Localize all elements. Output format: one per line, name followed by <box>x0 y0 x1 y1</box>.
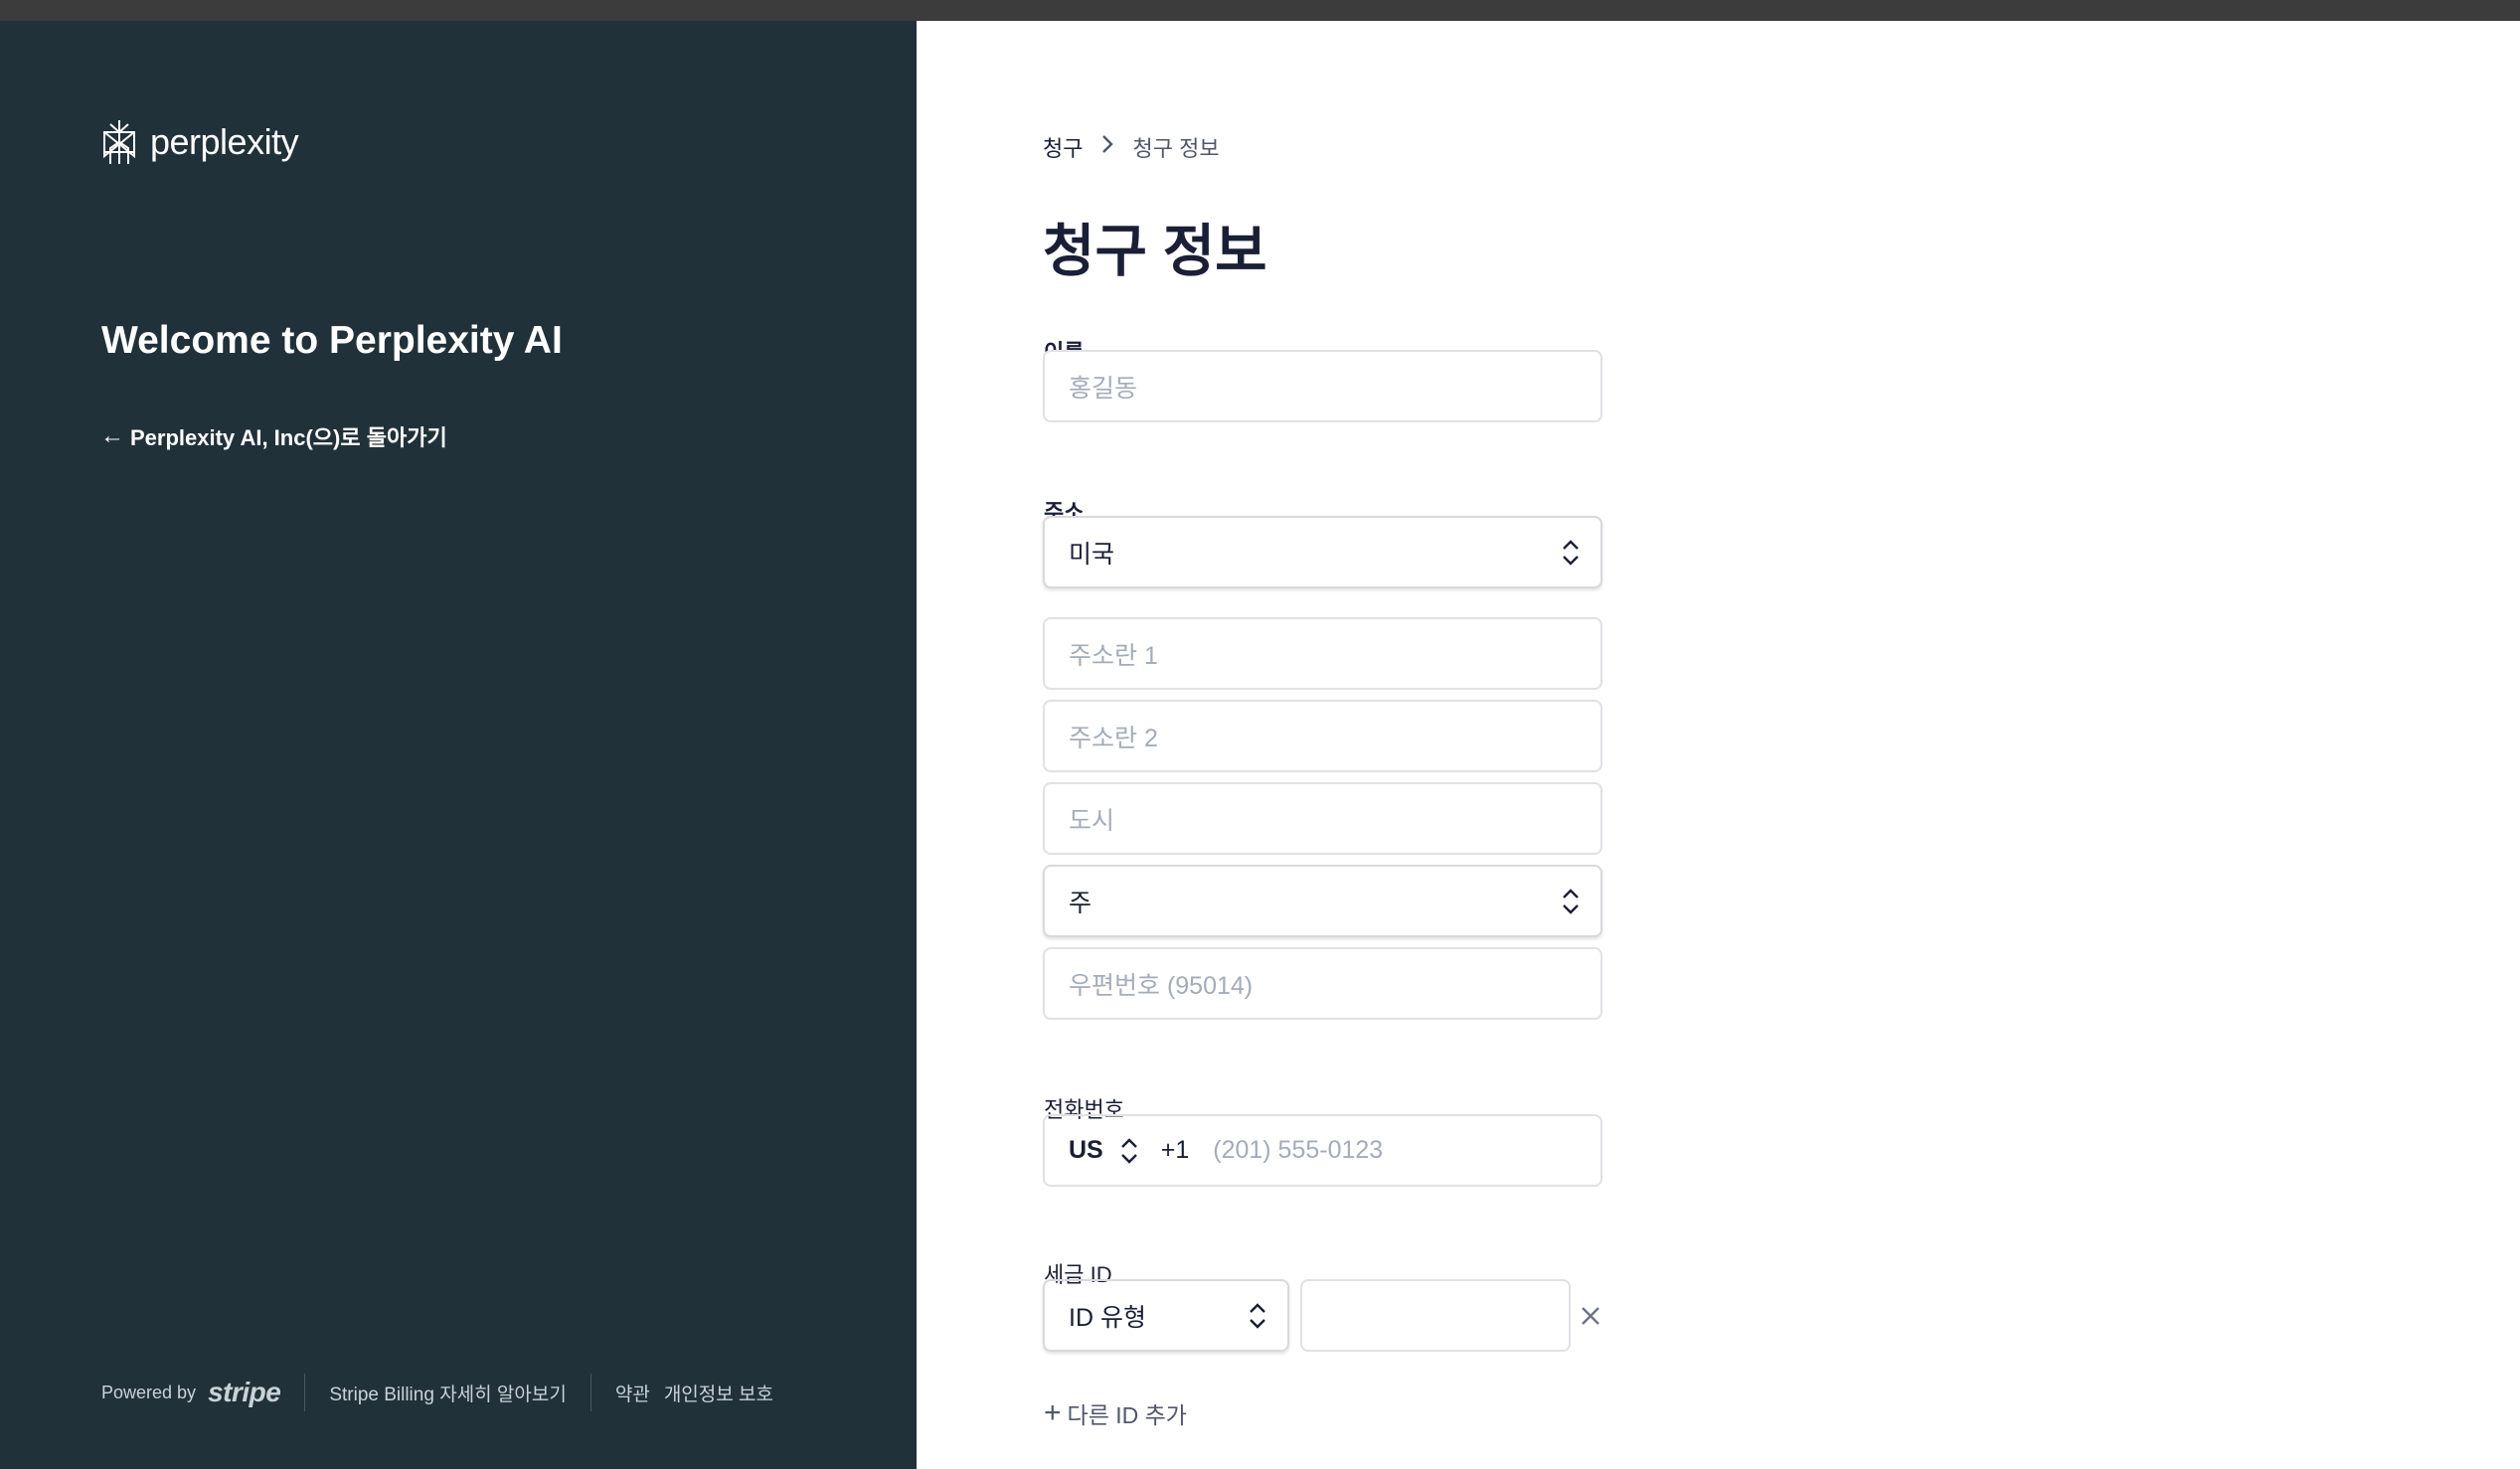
breadcrumb: 청구 청구 정보 <box>1043 131 1220 163</box>
terms-link[interactable]: 약관 <box>615 1380 650 1406</box>
tax-id-input[interactable] <box>1300 1279 1571 1352</box>
state-value: 주 <box>1069 889 1092 917</box>
plus-icon: + <box>1044 1396 1062 1429</box>
address-line1-placeholder: 주소란 1 <box>1069 641 1158 670</box>
phone-placeholder: (201) 555-0123 <box>1213 1136 1384 1164</box>
browser-top-bar <box>0 0 2520 21</box>
state-select[interactable]: 주 <box>1043 865 1602 937</box>
perplexity-logo-icon <box>103 120 135 164</box>
tax-id-type-value: ID 유형 <box>1069 1303 1146 1332</box>
tax-id-type-select[interactable]: ID 유형 <box>1043 1279 1289 1352</box>
arrow-left-icon: ← <box>100 422 124 449</box>
back-to-merchant-link[interactable]: ← Perplexity AI, Inc(으)로 돌아가기 <box>100 420 447 452</box>
chevron-updown-icon <box>1563 539 1579 566</box>
phone-country-code[interactable]: US <box>1069 1136 1103 1165</box>
footer-divider <box>304 1374 306 1411</box>
back-link-label: Perplexity AI, Inc(으)로 돌아가기 <box>130 425 447 450</box>
close-icon[interactable] <box>1578 1303 1603 1329</box>
address-line1-field[interactable]: 주소란 1 <box>1043 617 1602 690</box>
stripe-billing-link[interactable]: Stripe Billing 자세히 알아보기 <box>329 1380 567 1406</box>
phone-dial-code: +1 <box>1160 1136 1190 1164</box>
privacy-link[interactable]: 개인정보 보호 <box>664 1380 773 1406</box>
add-another-id-button[interactable]: + 다른 ID 추가 <box>1044 1396 1187 1430</box>
brand-panel: perplexity Welcome to Perplexity AI ← Pe… <box>0 21 917 1469</box>
phone-field[interactable]: US +1 (201) 555-0123 <box>1043 1114 1602 1187</box>
address-line2-field[interactable]: 주소란 2 <box>1043 700 1602 772</box>
chevron-updown-icon <box>1250 1302 1265 1329</box>
add-id-label: 다른 ID 추가 <box>1067 1402 1187 1428</box>
chevron-updown-icon[interactable] <box>1119 1136 1139 1166</box>
chevron-right-icon <box>1100 133 1114 161</box>
brand-wordmark: perplexity <box>150 121 299 162</box>
zip-placeholder: 우편번호 (95014) <box>1069 971 1254 1000</box>
footer: Powered by stripe Stripe Billing 자세히 알아보… <box>101 1373 773 1412</box>
page-title: 청구 정보 <box>1043 220 1267 283</box>
welcome-heading: Welcome to Perplexity AI <box>101 319 563 362</box>
breadcrumb-billing[interactable]: 청구 <box>1043 131 1083 163</box>
footer-divider <box>589 1374 591 1411</box>
chevron-updown-icon <box>1563 888 1579 914</box>
brand-logo[interactable]: perplexity <box>100 118 299 166</box>
country-value: 미국 <box>1069 540 1115 569</box>
billing-form-panel: 청구 청구 정보 청구 정보 이름 홍길동 주소 미국 주소란 1 주소란 2 … <box>917 21 2520 1469</box>
name-placeholder: 홍길동 <box>1069 374 1138 403</box>
name-field[interactable]: 홍길동 <box>1043 350 1602 422</box>
city-field[interactable]: 도시 <box>1043 782 1602 855</box>
zip-field[interactable]: 우편번호 (95014) <box>1043 947 1602 1020</box>
address-line2-placeholder: 주소란 2 <box>1069 724 1158 752</box>
country-select[interactable]: 미국 <box>1043 516 1602 588</box>
breadcrumb-current: 청구 정보 <box>1132 136 1220 161</box>
city-placeholder: 도시 <box>1069 806 1115 835</box>
stripe-logo[interactable]: stripe <box>208 1377 281 1408</box>
powered-by-label: Powered by <box>101 1382 197 1402</box>
